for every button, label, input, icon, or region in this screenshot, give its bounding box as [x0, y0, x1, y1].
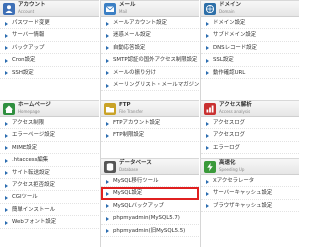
menu-item-server-cache[interactable]: サーバーキャッシュ設定	[201, 187, 299, 200]
menu-item-web-font[interactable]: Webフォント設定	[0, 216, 99, 229]
section-header-database: データベース Database	[101, 158, 199, 175]
menu-item-mailing-list[interactable]: メーリングリスト・メールマガジン	[101, 79, 199, 92]
menu-item-mysql-backup[interactable]: MySQLバックアップ	[101, 200, 199, 213]
section-subtitle: Domain	[219, 9, 235, 14]
menu-item-site-redirect[interactable]: サイト転送設定	[0, 167, 99, 179]
section-title: FTP	[119, 102, 131, 108]
menu-item-access-log-2[interactable]: アクセスログ	[201, 129, 299, 142]
menu-item-test-url[interactable]: 動作確認URL	[201, 67, 299, 79]
menu-item-phpmyadmin-55[interactable]: phpmyadmin(旧MySQL5.5)	[101, 225, 199, 237]
section-subtitle: Speeding Up	[219, 167, 245, 172]
database-icon	[104, 161, 116, 173]
menu-item-domain-settings[interactable]: ドメイン設定	[201, 17, 299, 30]
section-title: ドメイン	[219, 2, 242, 8]
menu-item-mysql-migration[interactable]: MySQL移行ツール	[101, 175, 199, 188]
section-header-domain: ドメイン Domain	[201, 0, 299, 17]
menu-item-ssl-settings[interactable]: SSL設定	[201, 54, 299, 67]
section-header-homepage: ホームページ Homepage	[0, 100, 99, 117]
menu-item-mail-account[interactable]: メールアカウント設定	[101, 17, 199, 30]
account-icon	[3, 3, 15, 15]
section-homepage: ホームページ Homepage アクセス制限 エラーページ設定 MIME設定 .…	[0, 100, 99, 229]
section-subtitle: File Transfer	[119, 109, 144, 114]
section-speed-up: 高速化 Speeding Up Xアクセラレータ サーバーキャッシュ設定 ブラウ…	[201, 158, 299, 213]
menu-item-subdomain-settings[interactable]: サブドメイン設定	[201, 29, 299, 42]
section-header-account: アカウント Account	[0, 0, 99, 17]
section-mail: メール Mail メールアカウント設定 迷惑メール設定 自動応答設定 SMTP認…	[101, 0, 199, 92]
section-account: アカウント Account パスワード変更 サーバー情報 バックアップ Cron…	[0, 0, 99, 79]
section-subtitle: Database	[119, 167, 139, 172]
menu-item-mime[interactable]: MIME設定	[0, 142, 99, 155]
homepage-icon	[3, 103, 15, 115]
analysis-icon	[204, 103, 216, 115]
menu-item-access-restriction[interactable]: アクセス制限	[0, 117, 99, 130]
mail-icon	[104, 3, 116, 15]
section-subtitle: Mail	[119, 9, 128, 14]
column-right: ドメイン Domain ドメイン設定 サブドメイン設定 DNSレコード設定 SS…	[200, 0, 299, 247]
section-domain: ドメイン Domain ドメイン設定 サブドメイン設定 DNSレコード設定 SS…	[201, 0, 299, 79]
menu-item-browser-cache[interactable]: ブラウザキャッシュ設定	[201, 200, 299, 213]
ftp-icon	[104, 103, 116, 115]
menu-item-auto-reply[interactable]: 自動応答設定	[101, 42, 199, 55]
column-middle: メール Mail メールアカウント設定 迷惑メール設定 自動応答設定 SMTP認…	[100, 0, 199, 247]
section-access-analysis: アクセス解析 Access analysis アクセスログ アクセスログ エラー…	[201, 100, 299, 155]
section-title: 高速化	[219, 160, 236, 166]
menu-item-ssh[interactable]: SSH設定	[0, 67, 99, 79]
column-left: アカウント Account パスワード変更 サーバー情報 バックアップ Cron…	[0, 0, 99, 247]
section-database: データベース Database MySQL移行ツール MySQL設定 MySQL…	[101, 158, 199, 237]
menu-item-cron[interactable]: Cron設定	[0, 54, 99, 67]
menu-item-ftp-restriction[interactable]: FTP制限設定	[101, 129, 199, 142]
section-title: ホームページ	[18, 102, 51, 108]
section-subtitle: Access analysis	[219, 109, 251, 114]
section-header-ftp: FTP File Transfer	[101, 100, 199, 117]
section-header-speed-up: 高速化 Speeding Up	[201, 158, 299, 175]
menu-item-error-log[interactable]: エラーログ	[201, 142, 299, 155]
menu-item-spam[interactable]: 迷惑メール設定	[101, 29, 199, 42]
menu-item-smtp-restriction[interactable]: SMTP認証の国外アクセス制限設定	[101, 54, 199, 67]
menu-item-ftp-account[interactable]: FTPアカウント設定	[101, 117, 199, 130]
menu-item-htaccess[interactable]: .htaccess編集	[0, 154, 99, 167]
menu-item-mail-filter[interactable]: メールの振り分け	[101, 67, 199, 79]
section-title: データベース	[119, 160, 152, 166]
section-ftp: FTP File Transfer FTPアカウント設定 FTP制限設定	[101, 100, 199, 142]
menu-item-easy-install[interactable]: 簡単インストール	[0, 204, 99, 217]
section-header-mail: メール Mail	[101, 0, 199, 17]
menu-item-access-log[interactable]: アクセスログ	[201, 117, 299, 130]
domain-icon	[204, 3, 216, 15]
menu-item-server-info[interactable]: サーバー情報	[0, 29, 99, 42]
menu-item-dns-record[interactable]: DNSレコード設定	[201, 42, 299, 55]
section-subtitle: Account	[18, 9, 35, 14]
menu-item-cgi-tool[interactable]: CGIツール	[0, 191, 99, 204]
section-title: アカウント	[18, 2, 46, 8]
menu-item-x-accelerator[interactable]: Xアクセラレータ	[201, 175, 299, 188]
speedup-icon	[204, 161, 216, 173]
menu-item-phpmyadmin-57[interactable]: phpmyadmin(MySQL5.7)	[101, 212, 199, 225]
menu-item-backup[interactable]: バックアップ	[0, 42, 99, 55]
section-title: メール	[119, 2, 136, 8]
menu-item-access-deny[interactable]: アクセス拒否設定	[0, 179, 99, 192]
menu-item-error-page[interactable]: エラーページ設定	[0, 129, 99, 142]
section-header-access-analysis: アクセス解析 Access analysis	[201, 100, 299, 117]
menu-item-password-change[interactable]: パスワード変更	[0, 17, 99, 30]
menu-item-mysql-settings[interactable]: MySQL設定	[101, 187, 199, 200]
section-title: アクセス解析	[219, 102, 252, 108]
section-subtitle: Homepage	[18, 109, 40, 114]
server-panel-menu: アカウント Account パスワード変更 サーバー情報 バックアップ Cron…	[0, 0, 300, 247]
